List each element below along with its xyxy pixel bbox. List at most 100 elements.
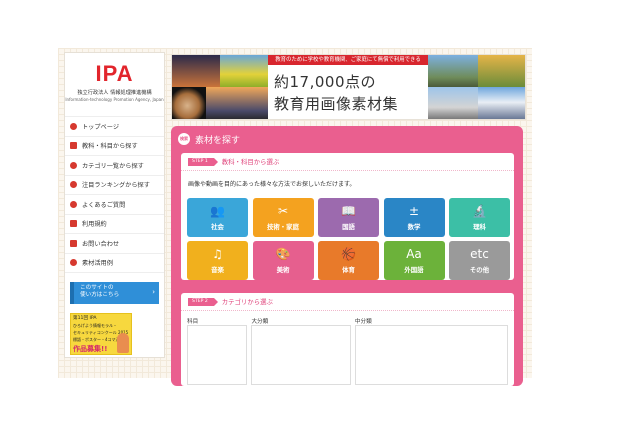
microscope-icon: 🔬	[472, 204, 487, 218]
sidebar-item-label: 素材活用例	[82, 260, 113, 268]
banner-photo-flowers	[220, 55, 268, 87]
category-col-label: 中分類	[354, 319, 372, 325]
logo-org-en: Information-technology Promotion Agency,…	[65, 97, 164, 102]
sidebar-item-examples[interactable]: 素材活用例	[65, 254, 164, 273]
sidebar-item-label: カテゴリ一覧から探す	[82, 162, 144, 170]
sidebar-item-label: 教科・科目から探す	[82, 143, 138, 151]
subject-grid: 👥 社会 ✂ 技術・家庭 📖 国語 ± 数学 🔬 理科 ♫ 音楽 🎨 美術 🏀 体育 Aa 外国語 etc その他	[187, 198, 510, 280]
people-icon: 👥	[210, 204, 225, 218]
banner-photo-tower	[428, 87, 478, 119]
book-icon: 📖	[341, 204, 356, 218]
major-category-list[interactable]	[251, 325, 351, 385]
banner-photo-jupiter	[172, 87, 206, 119]
step1-header: STEP 1 教科・科目から選ぶ	[181, 153, 514, 171]
sidebar-item-ranking[interactable]: 注目ランキングから探す	[65, 176, 164, 195]
subject-tile[interactable]: 👥 社会	[187, 198, 248, 237]
book-icon	[70, 142, 77, 150]
subject-tile-label: 音楽	[211, 266, 224, 274]
tag-icon	[70, 161, 77, 169]
subject-tile-label: 美術	[276, 266, 290, 274]
banner-photo-city	[206, 87, 268, 119]
help-banner-line2: 使い方はこちら	[80, 292, 120, 298]
sidebar-item-label: お問い合わせ	[82, 240, 120, 248]
language-icon: Aa	[406, 247, 422, 261]
subject-tile[interactable]: ♫ 音楽	[187, 241, 248, 280]
subject-tile[interactable]: 🏀 体育	[318, 241, 379, 280]
chevron-right-icon: ›	[152, 288, 155, 296]
subject-tile[interactable]: etc その他	[449, 241, 510, 280]
subject-tile-label: 理科	[473, 223, 486, 231]
subject-tile[interactable]: 🔬 理科	[449, 198, 510, 237]
sidebar: IPA 独立行政法人 情報処理推進機構 Information-technolo…	[64, 52, 165, 358]
search-badge-icon: 検索	[178, 133, 190, 145]
step1-title: 教科・科目から選ぶ	[221, 158, 280, 166]
step1-description: 画像や動画を目的にあった様々な方法でお探しいただけます。	[188, 181, 356, 188]
subject-tile[interactable]: Aa 外国語	[383, 241, 445, 280]
category-col-label: 大分類	[251, 319, 269, 325]
ipa-logo[interactable]: IPA 独立行政法人 情報処理推進機構 Information-technolo…	[65, 53, 164, 117]
step1-box: STEP 1 教科・科目から選ぶ 画像や動画を目的にあった様々な方法でお探しいた…	[181, 153, 514, 280]
logo-mark: IPA	[95, 61, 134, 86]
subject-tile-label: 外国語	[404, 266, 424, 274]
header-banner[interactable]: 教育のために学校や教育機関、ご家庭にて無償で利用できる 約17,000点の 教育…	[171, 54, 526, 120]
sidebar-nav: トップページ 教科・科目から探す カテゴリ一覧から探す 注目ランキングから探す …	[65, 117, 164, 273]
category-col-subject: 科目	[187, 317, 248, 385]
sewing-icon: ✂	[277, 204, 289, 218]
calculator-icon: ±	[408, 204, 420, 218]
etc-icon: etc	[470, 247, 489, 261]
subject-tile-label: 社会	[211, 223, 224, 231]
sidebar-item-terms[interactable]: 利用規約	[65, 215, 164, 234]
banner-ribbon: 教育のために学校や教育機関、ご家庭にて無償で利用できる	[268, 55, 428, 65]
category-col-middle: 中分類	[354, 317, 508, 385]
contest-line2: ひろげよう情報モラル・	[73, 323, 117, 328]
search-panel-header: 検索 素材を探す	[171, 126, 523, 152]
subject-tile[interactable]: 📖 国語	[318, 198, 379, 237]
help-banner-line1: このサイトの	[80, 285, 114, 291]
subject-tile-label: 体育	[342, 266, 355, 274]
banner-photo-fuji	[478, 87, 525, 119]
subject-tile-label: その他	[469, 266, 490, 274]
subject-tile-label: 数学	[407, 223, 421, 231]
category-col-label: 科目	[187, 319, 199, 325]
sidebar-item-label: 注目ランキングから探す	[82, 182, 150, 190]
subject-tile[interactable]: 🎨 美術	[252, 241, 314, 280]
contest-banner[interactable]: 第11回 IPA ひろげよう情報モラル・ セキュリティコンクール 2015 標語…	[70, 313, 132, 355]
trophy-icon	[70, 181, 77, 189]
subject-tile-label: 国語	[342, 223, 355, 231]
subject-tile-label: 技術・家庭	[267, 223, 299, 231]
help-banner[interactable]: このサイトの 使い方はこちら ›	[70, 282, 159, 304]
sidebar-item-label: 利用規約	[82, 221, 107, 229]
subject-tile[interactable]: ± 数学	[383, 198, 445, 237]
banner-photo-piano	[172, 55, 220, 87]
banner-photo-temple	[478, 55, 525, 87]
document-icon	[70, 220, 77, 228]
search-panel: 検索 素材を探す STEP 1 教科・科目から選ぶ 画像や動画を目的にあった様々…	[171, 126, 523, 386]
sidebar-item-label: トップページ	[82, 123, 120, 131]
step2-header: STEP 2 カテゴリから選ぶ	[181, 293, 514, 311]
step1-tag: STEP 1	[188, 157, 218, 166]
sidebar-item-category[interactable]: カテゴリ一覧から探す	[65, 156, 164, 176]
ball-icon: 🏀	[341, 247, 356, 261]
middle-category-list[interactable]	[354, 325, 508, 385]
sidebar-item-top[interactable]: トップページ	[65, 117, 164, 137]
banner-headline-2: 教育用画像素材集	[274, 95, 399, 113]
music-icon: ♫	[212, 247, 223, 261]
contest-line1: 第11回 IPA	[73, 316, 97, 321]
search-panel-title: 素材を探す	[195, 135, 241, 146]
banner-photo-mountain	[428, 55, 478, 87]
mascot-image	[117, 333, 129, 353]
sidebar-item-contact[interactable]: お問い合わせ	[65, 234, 164, 254]
sidebar-item-faq[interactable]: よくあるご質問	[65, 195, 164, 215]
step2-title: カテゴリから選ぶ	[221, 298, 273, 306]
category-columns: 科目 大分類 中分類	[187, 317, 508, 385]
sidebar-item-subject[interactable]: 教科・科目から探す	[65, 137, 164, 156]
palette-icon: 🎨	[275, 247, 291, 261]
pin-icon	[70, 259, 77, 267]
banner-headline-1: 約17,000点の	[274, 73, 376, 91]
subject-list[interactable]	[187, 325, 248, 385]
sidebar-item-label: よくあるご質問	[82, 201, 126, 209]
subject-tile[interactable]: ✂ 技術・家庭	[252, 198, 314, 237]
logo-org-ja: 独立行政法人 情報処理推進機構	[77, 90, 152, 96]
step2-tag: STEP 2	[188, 297, 218, 306]
home-icon	[70, 122, 77, 130]
